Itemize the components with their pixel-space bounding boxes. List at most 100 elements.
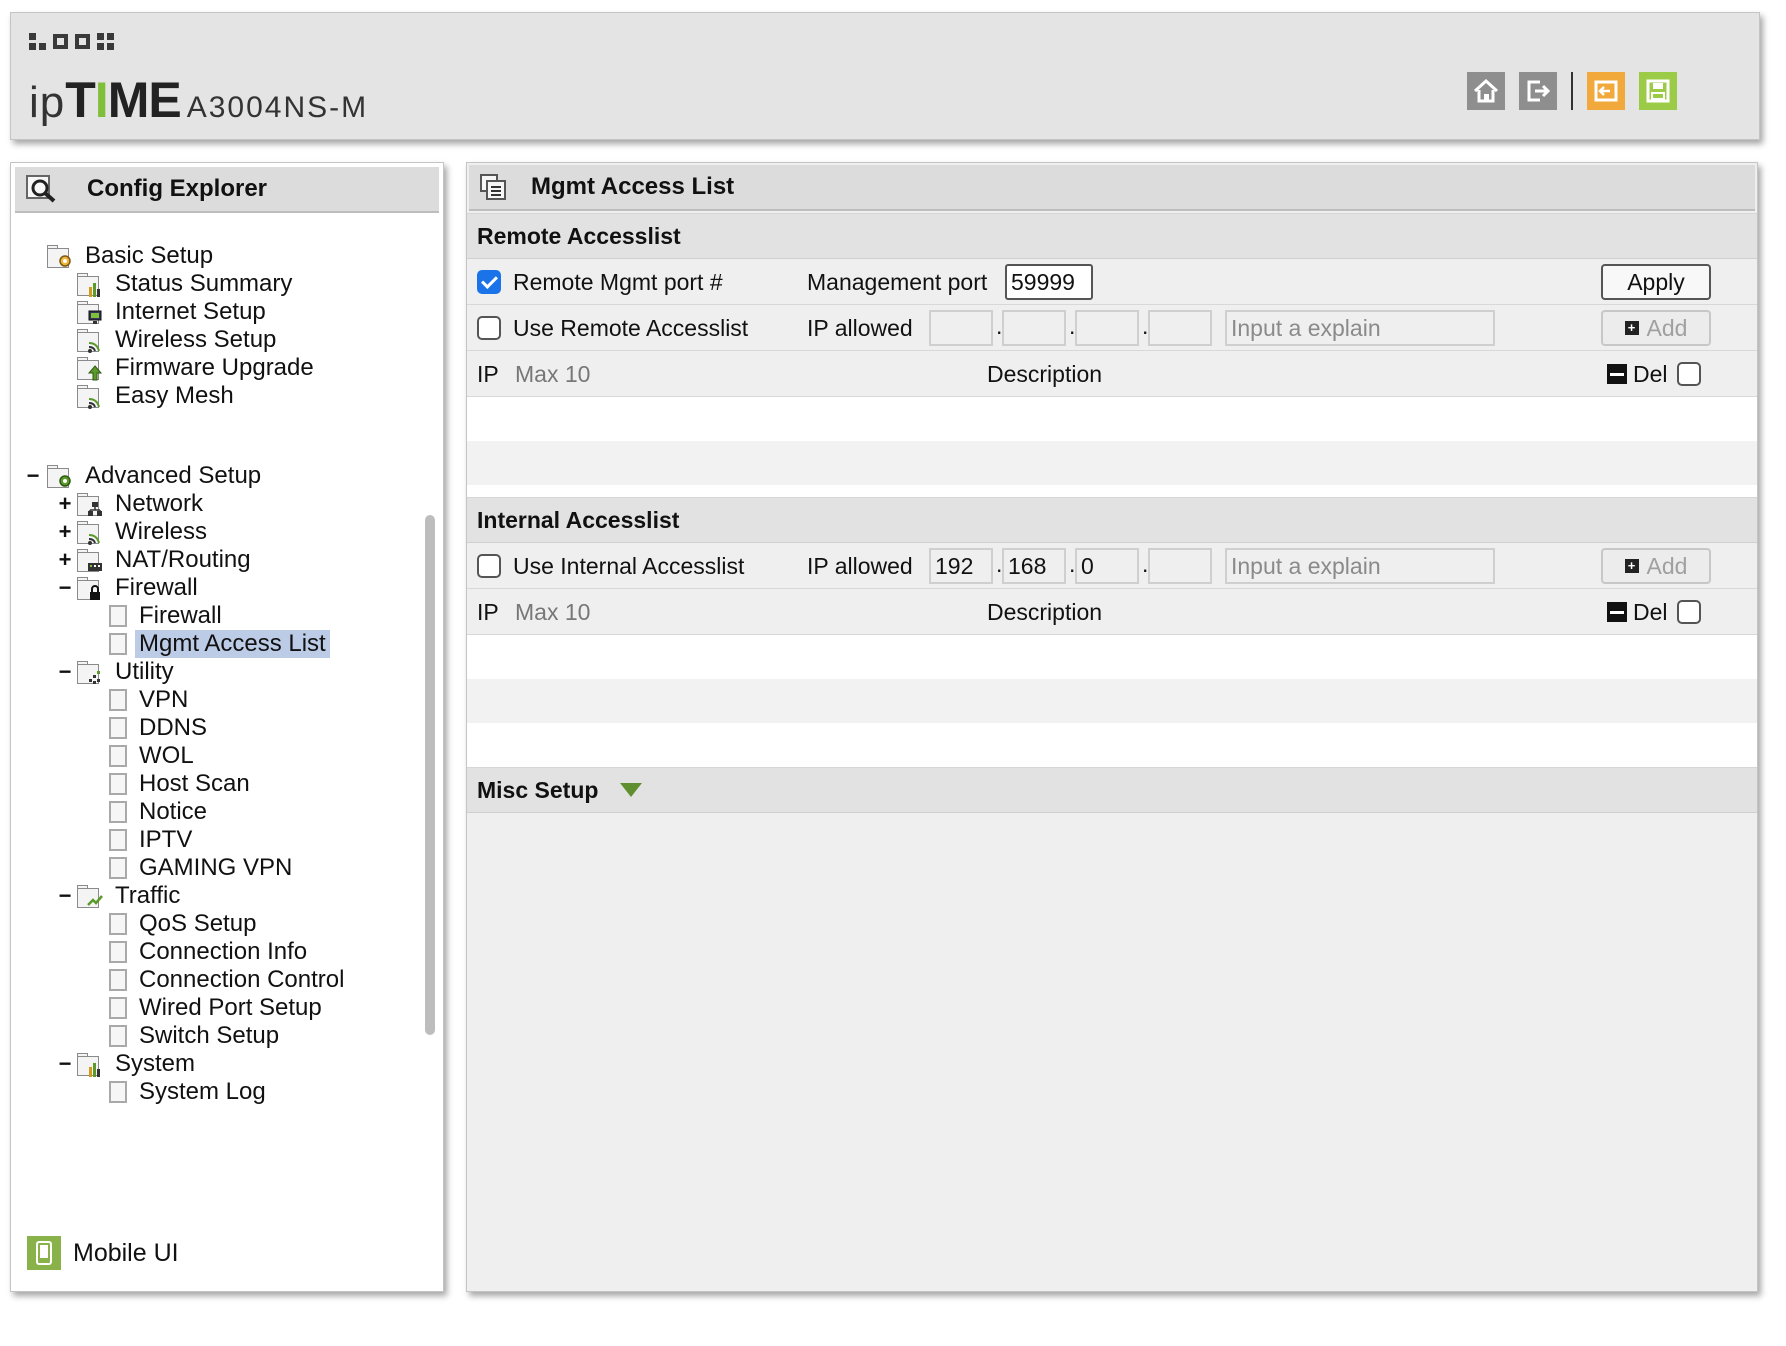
logout-icon[interactable] [1519, 72, 1557, 110]
tree-label: WOL [139, 742, 194, 769]
scrollbar-thumb[interactable] [425, 515, 435, 1035]
collapse-icon[interactable]: − [57, 659, 73, 685]
tree-basic-setup[interactable]: Basic Setup [47, 241, 213, 271]
tree-label: Wireless [115, 518, 208, 545]
tree-traffic-group[interactable]: − Traffic [59, 881, 181, 911]
tree-connection-control[interactable]: Connection Control [109, 965, 344, 995]
section-title: Internal Accesslist [477, 506, 680, 533]
tree-scrollbar[interactable] [425, 495, 435, 1215]
use-internal-accesslist-row: Use Internal Accesslist IP allowed 192 .… [467, 543, 1757, 589]
tree-firewall[interactable]: Firewall [109, 601, 222, 631]
tree-label: Internet Setup [115, 298, 266, 325]
internal-ip-octet-4[interactable] [1148, 548, 1212, 584]
collapse-icon[interactable]: − [57, 1051, 73, 1077]
tree-wireless[interactable]: + Wireless [59, 517, 208, 547]
ip-allowed-label: IP allowed [807, 552, 913, 579]
remote-ip-octet-2[interactable] [1002, 310, 1066, 346]
tree-nat-routing[interactable]: + NAT/Routing [59, 545, 251, 575]
tree-label: Traffic [115, 882, 181, 909]
remote-list-header: IP Max 10 Description Del [467, 351, 1757, 397]
internal-ip-octet-3[interactable]: 0 [1075, 548, 1139, 584]
management-port-label: Management port [807, 268, 988, 295]
collapse-icon[interactable]: − [57, 883, 73, 909]
tree-network[interactable]: + Network [59, 489, 203, 519]
tree-label: System [115, 1050, 196, 1077]
apply-button[interactable]: Apply [1601, 264, 1711, 300]
tree-wired-port-setup[interactable]: Wired Port Setup [109, 993, 322, 1023]
management-port-value: 59999 [1011, 268, 1075, 295]
utility-icon [77, 660, 107, 684]
tree-label: Host Scan [139, 770, 250, 797]
internal-add-button[interactable]: + Add [1601, 548, 1711, 584]
tree-notice[interactable]: Notice [109, 797, 207, 827]
page-icon [109, 801, 127, 823]
tree-mgmt-access-list[interactable]: Mgmt Access List [109, 629, 330, 659]
restore-icon[interactable] [1587, 72, 1625, 110]
tree-gaming-vpn[interactable]: GAMING VPN [109, 853, 292, 883]
remote-mgmt-port-checkbox[interactable] [477, 270, 501, 294]
save-icon[interactable] [1639, 72, 1677, 110]
tree-internet-setup[interactable]: Internet Setup [77, 297, 266, 327]
tree-firmware-upgrade[interactable]: Firmware Upgrade [77, 353, 314, 383]
management-port-input[interactable]: 59999 [1005, 264, 1093, 300]
internal-explain-input[interactable]: Input a explain [1225, 548, 1495, 584]
plus-icon: + [1624, 321, 1639, 335]
internal-ip-octet-1[interactable]: 192 [929, 548, 993, 584]
use-remote-accesslist-checkbox[interactable] [477, 316, 501, 340]
tree-advanced-setup[interactable]: − Advanced Setup [27, 461, 262, 491]
tree-iptv[interactable]: IPTV [109, 825, 192, 855]
remote-explain-input[interactable]: Input a explain [1225, 310, 1495, 346]
tree-label: System Log [139, 1078, 266, 1105]
expand-icon[interactable]: + [57, 519, 73, 545]
tree-wol[interactable]: WOL [109, 741, 194, 771]
page-icon [109, 1081, 127, 1103]
remote-accesslist-heading: Remote Accesslist [467, 213, 1757, 259]
tree-host-scan[interactable]: Host Scan [109, 769, 250, 799]
tree-easy-mesh[interactable]: Easy Mesh [77, 381, 234, 411]
tree-connection-info[interactable]: Connection Info [109, 937, 307, 967]
collapse-icon[interactable]: − [57, 575, 73, 601]
tree-system-group[interactable]: − System [59, 1049, 196, 1079]
remote-ip-octet-3[interactable] [1075, 310, 1139, 346]
internal-delete-all-checkbox[interactable] [1677, 600, 1701, 624]
use-remote-accesslist-label: Use Remote Accesslist [513, 314, 749, 341]
main-panel: Mgmt Access List Remote Accesslist Remot… [466, 162, 1758, 1292]
delete-header: Del [1607, 589, 1668, 635]
expand-triangle-icon[interactable] [620, 783, 643, 797]
remote-ip-octet-1[interactable] [929, 310, 993, 346]
home-icon[interactable] [1467, 72, 1505, 110]
page-icon [109, 857, 127, 879]
tree-label: Easy Mesh [115, 382, 234, 409]
use-internal-accesslist-label: Use Internal Accesslist [513, 552, 745, 579]
remote-ip-octet-4[interactable] [1148, 310, 1212, 346]
remote-delete-all-checkbox[interactable] [1677, 362, 1701, 386]
expand-icon[interactable]: + [57, 491, 73, 517]
page-icon [109, 969, 127, 991]
tree-label: Notice [139, 798, 208, 825]
page-icon [109, 717, 127, 739]
collapse-icon[interactable]: − [25, 463, 41, 489]
mobile-icon [27, 1236, 61, 1270]
internal-accesslist-heading: Internal Accesslist [467, 497, 1757, 543]
tree-system-log[interactable]: System Log [109, 1077, 266, 1107]
remote-add-button[interactable]: + Add [1601, 310, 1711, 346]
tree-switch-setup[interactable]: Switch Setup [109, 1021, 279, 1051]
internal-ip-octet-2[interactable]: 168 [1002, 548, 1066, 584]
use-internal-accesslist-checkbox[interactable] [477, 554, 501, 578]
explain-placeholder: Input a explain [1231, 314, 1381, 341]
tree-qos-setup[interactable]: QoS Setup [109, 909, 256, 939]
tree-status-summary[interactable]: Status Summary [77, 269, 292, 299]
tree-utility-group[interactable]: − Utility [59, 657, 174, 687]
tree-wireless-setup[interactable]: Wireless Setup [77, 325, 276, 355]
tree-ddns[interactable]: DDNS [109, 713, 207, 743]
tree-vpn[interactable]: VPN [109, 685, 188, 715]
explorer-header: Config Explorer [15, 167, 439, 213]
expand-icon[interactable]: + [57, 547, 73, 573]
section-title: Misc Setup [477, 776, 599, 803]
plus-icon: + [1624, 559, 1639, 573]
brand-mark-icon [29, 33, 114, 50]
tree-firewall-group[interactable]: − Firewall [59, 573, 198, 603]
wifi-icon [77, 520, 107, 545]
mobile-ui-link[interactable]: Mobile UI [27, 1233, 179, 1273]
misc-setup-heading[interactable]: Misc Setup [467, 767, 1757, 813]
